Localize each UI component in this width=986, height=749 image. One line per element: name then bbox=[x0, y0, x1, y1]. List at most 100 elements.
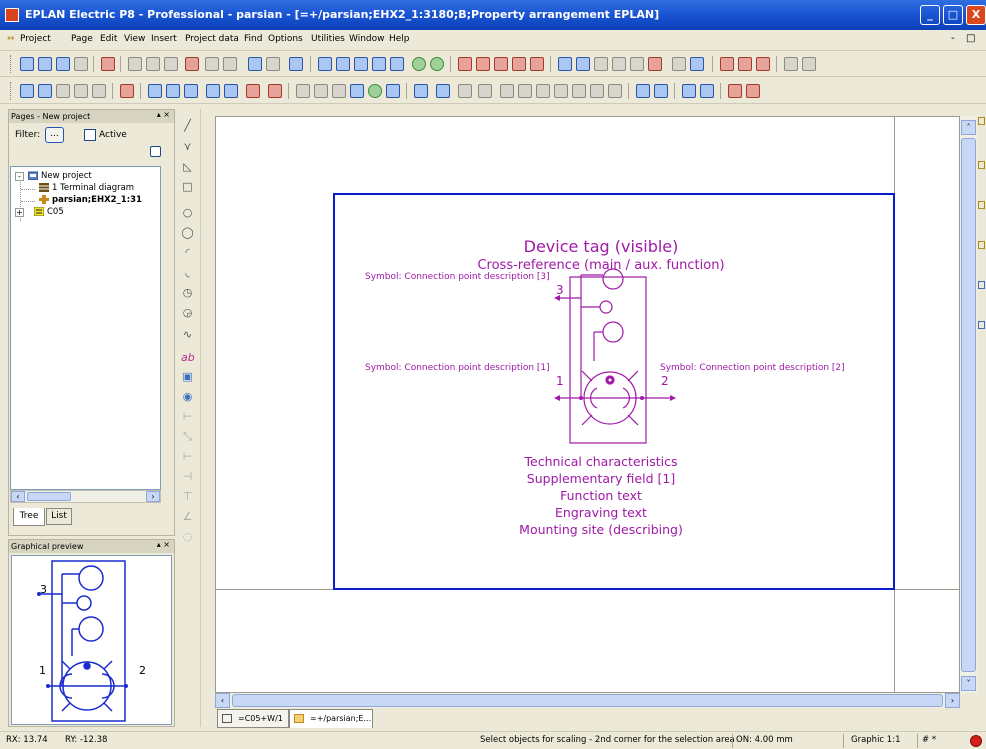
window-icon[interactable] bbox=[289, 57, 303, 71]
menu-project[interactable]: Project bbox=[20, 34, 51, 44]
side-tool-icon-3[interactable] bbox=[978, 201, 985, 209]
report-icon-20[interactable] bbox=[682, 84, 696, 98]
tab-parsian-page[interactable]: =+/parsian;E... bbox=[289, 709, 373, 728]
minimize-button[interactable]: _ bbox=[920, 5, 940, 25]
cut-icon[interactable] bbox=[128, 57, 142, 71]
page-icon-3[interactable] bbox=[56, 84, 70, 98]
menu-insert[interactable]: Insert bbox=[151, 34, 177, 44]
arc-tool-2-icon[interactable]: ◟ bbox=[181, 266, 194, 279]
connection-point-1-description[interactable]: Symbol: Connection point description [1] bbox=[365, 363, 550, 373]
grid-toggle-icon[interactable] bbox=[558, 57, 572, 71]
page-icon-2[interactable] bbox=[38, 84, 52, 98]
connection-icon-3[interactable] bbox=[494, 57, 508, 71]
scroll-left-arrow-icon[interactable]: ‹ bbox=[11, 491, 25, 502]
active-checkbox[interactable] bbox=[84, 129, 96, 141]
scroll-up-arrow-icon[interactable]: ˄ bbox=[961, 120, 976, 135]
tree-expander[interactable]: - bbox=[15, 172, 24, 181]
device-icon-5[interactable] bbox=[206, 84, 220, 98]
pointer-icon[interactable] bbox=[784, 57, 798, 71]
omega-icon[interactable] bbox=[612, 57, 626, 71]
report-icon-5[interactable] bbox=[368, 84, 382, 98]
zoom-previous-icon[interactable] bbox=[390, 57, 404, 71]
arc-tool-icon[interactable]: ◜ bbox=[181, 246, 194, 259]
tree-horizontal-scrollbar[interactable]: ‹ › bbox=[10, 490, 161, 503]
report-icon-14[interactable] bbox=[554, 84, 568, 98]
menu-options[interactable]: Options bbox=[268, 34, 303, 44]
connection-icon-4[interactable] bbox=[512, 57, 526, 71]
menu-project-data[interactable]: Project data bbox=[185, 34, 239, 44]
toolbar-grip[interactable] bbox=[10, 55, 13, 73]
dimension-tool-icon[interactable]: ⊢ bbox=[181, 410, 194, 423]
filter-select-button[interactable]: ... bbox=[45, 127, 64, 143]
side-tool-icon-5[interactable] bbox=[978, 281, 985, 289]
device-icon-3[interactable] bbox=[166, 84, 180, 98]
connection-icon-2[interactable] bbox=[476, 57, 490, 71]
device-icon-7[interactable] bbox=[246, 84, 260, 98]
paste-icon[interactable] bbox=[164, 57, 178, 71]
tree-item-c05[interactable]: + C05 bbox=[15, 206, 64, 218]
menu-utilities[interactable]: Utilities bbox=[311, 34, 345, 44]
menu-page[interactable]: Page bbox=[71, 34, 93, 44]
increment-dimension-tool-icon[interactable]: ⊤ bbox=[181, 490, 194, 503]
tree-expander[interactable]: + bbox=[15, 208, 24, 217]
tool-icon-4[interactable] bbox=[802, 57, 816, 71]
polyline-tool-icon[interactable]: ⋎ bbox=[181, 140, 194, 153]
report-icon-3[interactable] bbox=[332, 84, 346, 98]
side-tool-icon-4[interactable] bbox=[978, 241, 985, 249]
new-project-icon[interactable] bbox=[20, 57, 34, 71]
zoom-window-icon[interactable] bbox=[318, 57, 332, 71]
report-icon-13[interactable] bbox=[536, 84, 550, 98]
report-icon-6[interactable] bbox=[386, 84, 400, 98]
socket-symbol-graphic[interactable] bbox=[546, 267, 686, 467]
canvas-horizontal-scrollbar[interactable]: ‹ › bbox=[215, 693, 960, 708]
tool-icon-2[interactable] bbox=[738, 57, 752, 71]
baseline-dimension-tool-icon[interactable]: ⊢ bbox=[181, 450, 194, 463]
menu-view[interactable]: View bbox=[124, 34, 145, 44]
zoom-out-icon[interactable] bbox=[372, 57, 386, 71]
side-tool-icon-6[interactable] bbox=[978, 321, 985, 329]
pen-icon[interactable] bbox=[101, 57, 115, 71]
ellipse-tool-icon[interactable]: ◯ bbox=[181, 226, 194, 239]
tool-icon-1[interactable] bbox=[720, 57, 734, 71]
aligned-dimension-tool-icon[interactable]: ⤡ bbox=[181, 430, 194, 443]
report-icon-21[interactable] bbox=[700, 84, 714, 98]
property-icon[interactable] bbox=[690, 57, 704, 71]
tool-icon-3[interactable] bbox=[756, 57, 770, 71]
device-icon-1[interactable] bbox=[120, 84, 134, 98]
mdi-restore-button[interactable]: □ bbox=[966, 33, 975, 44]
report-icon-9[interactable] bbox=[458, 84, 472, 98]
report-icon-23[interactable] bbox=[746, 84, 760, 98]
cross-icon[interactable] bbox=[594, 57, 608, 71]
copy-icon[interactable] bbox=[146, 57, 160, 71]
text-tool-icon[interactable]: ab bbox=[181, 351, 195, 364]
ole-tool-icon[interactable]: ◉ bbox=[181, 390, 194, 403]
device-icon-6[interactable] bbox=[224, 84, 238, 98]
angle-dimension-tool-icon[interactable]: ∠ bbox=[181, 510, 194, 523]
connection-point-3-description[interactable]: Symbol: Connection point description [3] bbox=[365, 272, 550, 282]
maximize-button[interactable]: □ bbox=[943, 5, 963, 25]
device-icon-4[interactable] bbox=[184, 84, 198, 98]
delete-icon[interactable] bbox=[185, 57, 199, 71]
report-icon-7[interactable] bbox=[414, 84, 428, 98]
scroll-thumb[interactable] bbox=[27, 492, 71, 501]
supplementary-field-text[interactable]: Supplementary field [1] bbox=[527, 471, 675, 486]
side-tool-icon-2[interactable] bbox=[978, 161, 985, 169]
zoom-all-icon[interactable] bbox=[336, 57, 350, 71]
chain-dimension-tool-icon[interactable]: ⊣ bbox=[181, 470, 194, 483]
side-tool-icon-1[interactable] bbox=[978, 117, 985, 125]
forward-icon[interactable] bbox=[430, 57, 444, 71]
spline-tool-icon[interactable]: ∿ bbox=[181, 328, 194, 341]
report-icon-11[interactable] bbox=[500, 84, 514, 98]
macro-icon-toolbar[interactable] bbox=[648, 57, 662, 71]
report-icon-19[interactable] bbox=[654, 84, 668, 98]
tab-c05-w-1[interactable]: =C05+W/1 bbox=[217, 709, 289, 728]
scroll-right-arrow-icon[interactable]: › bbox=[945, 693, 960, 708]
menu-help[interactable]: Help bbox=[389, 34, 410, 44]
record-indicator-icon[interactable] bbox=[970, 735, 982, 747]
preview-panel-controls[interactable]: ▴ × bbox=[157, 540, 170, 549]
tree-item-parsian-page[interactable]: parsian;EHX2_1:31 bbox=[39, 194, 142, 206]
menu-edit[interactable]: Edit bbox=[100, 34, 117, 44]
tab-tree[interactable]: Tree bbox=[13, 508, 45, 526]
report-icon-2[interactable] bbox=[314, 84, 328, 98]
report-icon-4[interactable] bbox=[350, 84, 364, 98]
